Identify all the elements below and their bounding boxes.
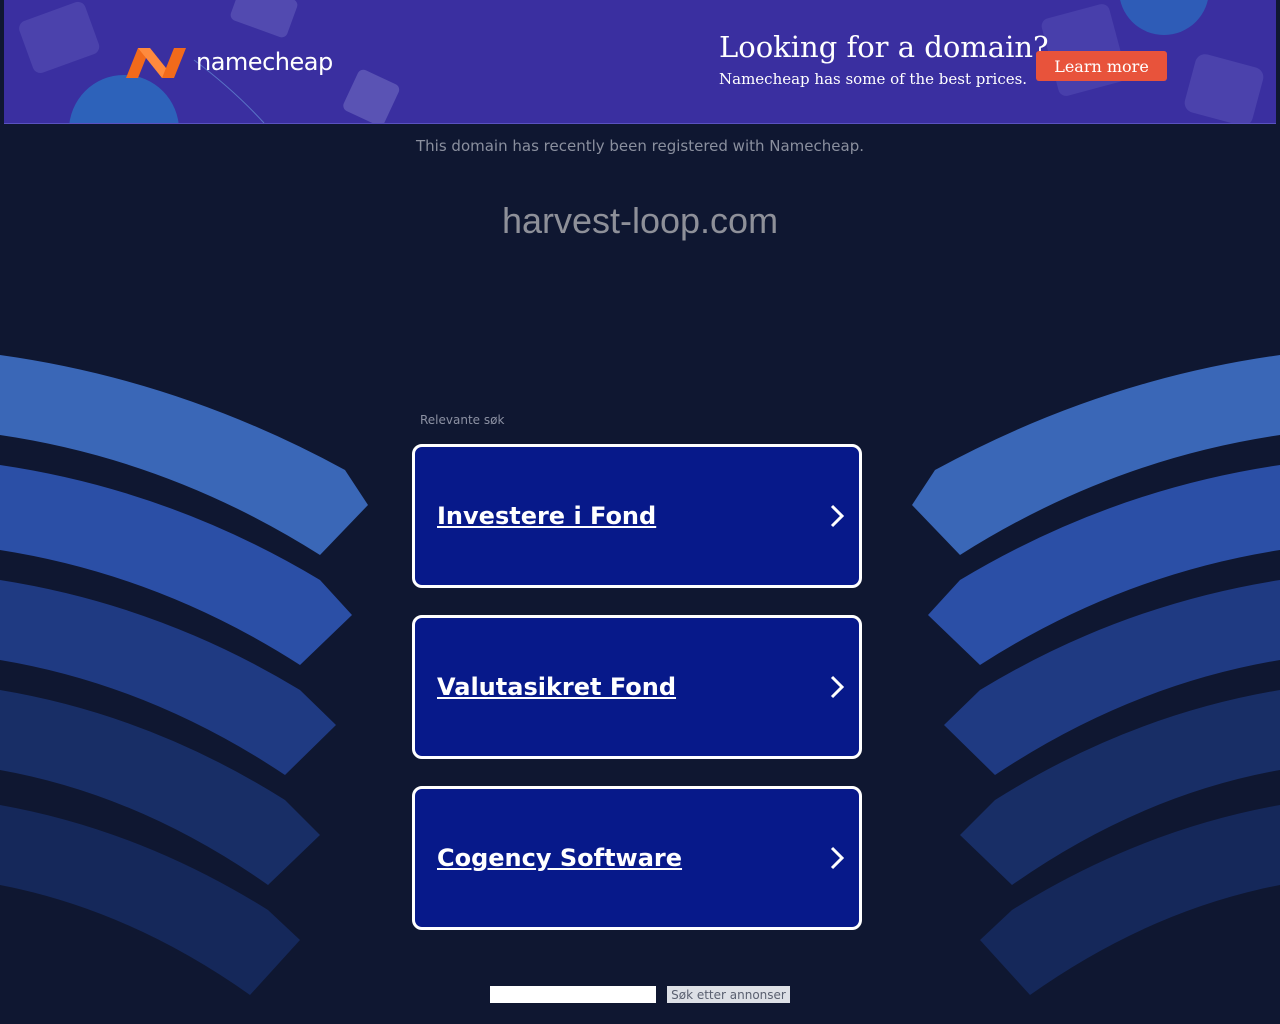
chevron-right-icon — [830, 504, 845, 528]
namecheap-logo[interactable]: namecheap — [124, 42, 333, 82]
learn-more-button[interactable]: Learn more — [1036, 51, 1167, 81]
domain-name: harvest-loop.com — [501, 200, 779, 241]
chevron-right-icon — [830, 846, 845, 870]
search-ads-button[interactable]: Søk etter annonser — [667, 986, 790, 1003]
related-link-label[interactable]: Valutasikret Fond — [437, 673, 676, 701]
registration-notice: This domain has recently been registered… — [416, 137, 864, 155]
related-link-card[interactable]: Cogency Software — [412, 786, 862, 930]
promo-title: Looking for a domain? — [719, 30, 1049, 64]
related-link-label[interactable]: Cogency Software — [437, 844, 682, 872]
related-link-label[interactable]: Investere i Fond — [437, 502, 656, 530]
promo-subtitle: Namecheap has some of the best prices. — [719, 70, 1028, 88]
related-link-card[interactable]: Investere i Fond — [412, 444, 862, 588]
promo-banner[interactable]: namecheap Looking for a domain? Namechea… — [4, 0, 1276, 124]
related-link-card[interactable]: Valutasikret Fond — [412, 615, 862, 759]
namecheap-logo-icon — [126, 48, 186, 78]
search-input[interactable] — [490, 986, 656, 1003]
related-searches-label: Relevante søk — [420, 413, 505, 427]
logo-text: namecheap — [196, 48, 333, 76]
chevron-right-icon — [830, 675, 845, 699]
